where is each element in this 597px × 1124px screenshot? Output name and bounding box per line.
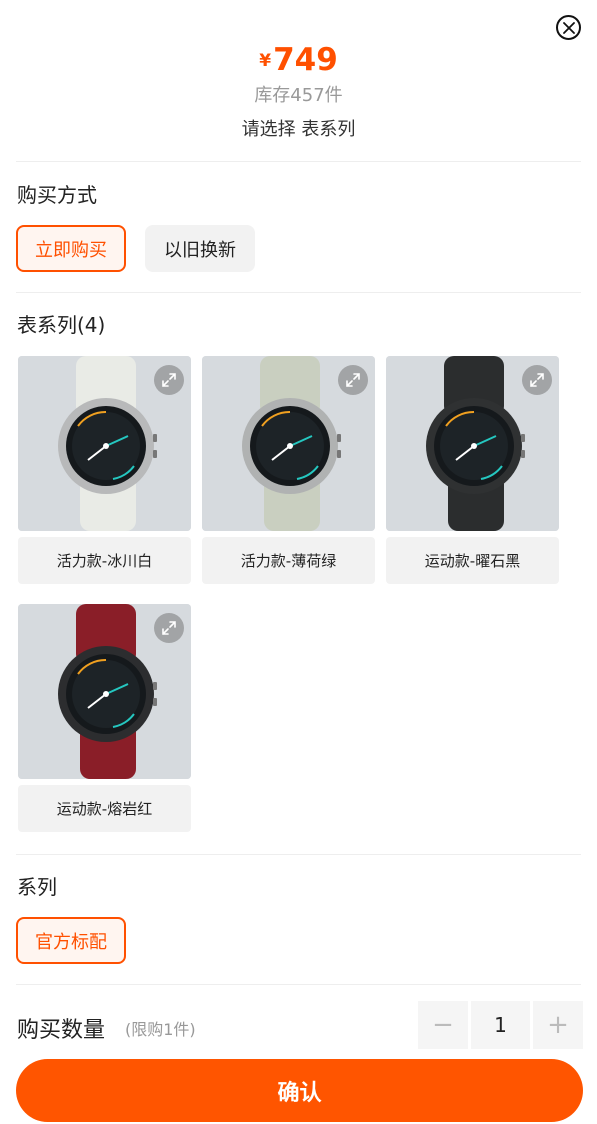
expand-icon[interactable]	[154, 613, 184, 643]
close-button[interactable]	[556, 15, 581, 40]
watch-series-title: 表系列(4)	[17, 313, 106, 337]
expand-icon[interactable]	[522, 365, 552, 395]
series-card-label: 活力款-冰川白	[18, 537, 191, 584]
divider	[16, 854, 581, 855]
purchase-method-title: 购买方式	[17, 183, 97, 207]
option-trade-in[interactable]: 以旧换新	[145, 225, 255, 272]
series-card-label: 运动款-熔岩红	[18, 785, 191, 832]
series-card-red[interactable]: 运动款-熔岩红	[18, 604, 191, 832]
quantity-title: 购买数量	[17, 1018, 106, 1043]
watch-image	[18, 604, 191, 779]
quantity-stepper: − 1 +	[418, 1001, 583, 1049]
stock-count: 库存457件	[254, 85, 343, 106]
quantity-limit: (限购1件)	[125, 1020, 196, 1039]
price-value: 749	[273, 42, 338, 78]
decrement-button[interactable]: −	[418, 1001, 468, 1049]
series-card-black[interactable]: 运动款-曜石黑	[386, 356, 559, 584]
quantity-value[interactable]: 1	[471, 1001, 530, 1049]
watch-image	[386, 356, 559, 531]
series-card-label: 运动款-曜石黑	[386, 537, 559, 584]
series-card-mint[interactable]: 活力款-薄荷绿	[202, 356, 375, 584]
option-label: 以旧换新	[164, 239, 236, 261]
divider	[16, 161, 581, 162]
watch-image	[18, 356, 191, 531]
option-official-standard[interactable]: 官方标配	[16, 917, 126, 964]
option-label: 立即购买	[35, 239, 107, 261]
currency-symbol: ¥	[259, 51, 272, 71]
selection-hint: 请选择 表系列	[241, 119, 356, 140]
series-card-white[interactable]: 活力款-冰川白	[18, 356, 191, 584]
expand-icon[interactable]	[154, 365, 184, 395]
confirm-label: 确认	[277, 1080, 322, 1106]
increment-button[interactable]: +	[533, 1001, 583, 1049]
series-card-label: 活力款-薄荷绿	[202, 537, 375, 584]
watch-image	[202, 356, 375, 531]
quantity-row: 购买数量 (限购1件) − 1 +	[0, 1001, 597, 1051]
option-buy-now[interactable]: 立即购买	[16, 225, 126, 272]
confirm-button[interactable]: 确认	[16, 1059, 583, 1122]
option-label: 官方标配	[35, 931, 107, 953]
divider	[16, 984, 581, 985]
divider	[16, 292, 581, 293]
price-header: ¥749 库存457件 请选择 表系列	[0, 40, 597, 143]
series-title: 系列	[17, 875, 57, 899]
price: ¥749	[0, 40, 597, 81]
close-icon	[562, 21, 575, 34]
expand-icon[interactable]	[338, 365, 368, 395]
